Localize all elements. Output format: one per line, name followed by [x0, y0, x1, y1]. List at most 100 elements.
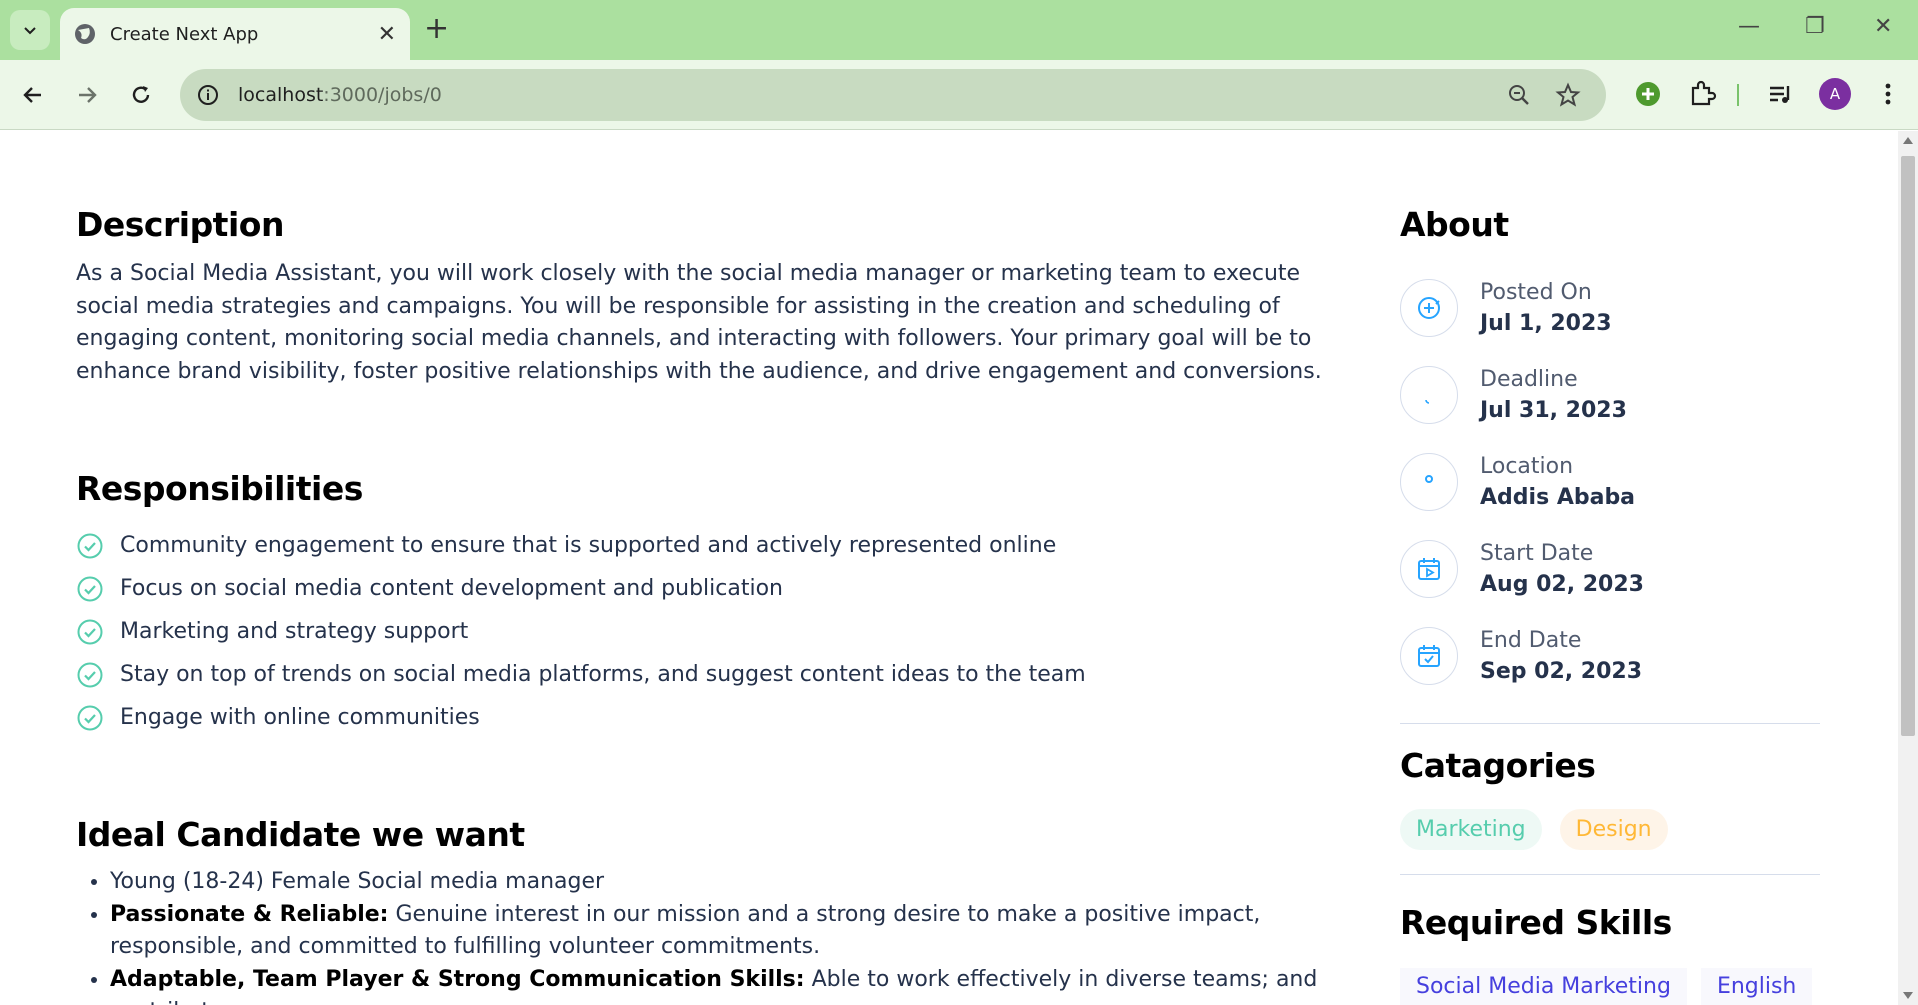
responsibility-item: Engage with online communities	[76, 696, 1326, 739]
about-value: Aug 02, 2023	[1480, 571, 1644, 597]
job-details-main: Description As a Social Media Assistant,…	[76, 205, 1326, 1005]
address-bar[interactable]: localhost:3000/jobs/0	[180, 69, 1606, 121]
about-text: Start Date Aug 02, 2023	[1480, 541, 1644, 597]
responsibilities-heading: Responsibilities	[76, 469, 363, 508]
scroll-up-arrow-icon[interactable]	[1903, 137, 1913, 144]
required-skills-heading: Required Skills	[1400, 903, 1672, 942]
about-label: Start Date	[1480, 540, 1594, 566]
close-window-icon[interactable]: ✕	[1874, 14, 1892, 39]
forward-button[interactable]	[72, 80, 102, 110]
responsibility-item: Stay on top of trends on social media pl…	[76, 653, 1326, 696]
close-tab-icon[interactable]: ✕	[378, 22, 396, 47]
description-text: As a Social Media Assistant, you will wo…	[76, 261, 1322, 384]
reload-icon	[132, 86, 150, 103]
responsibility-text: Stay on top of trends on social media pl…	[120, 662, 1086, 687]
browser-tab[interactable]: Create Next App ✕	[60, 8, 410, 60]
extension-plus-icon[interactable]	[1632, 78, 1664, 110]
about-value: Addis Ababa	[1480, 484, 1636, 510]
check-circle-icon	[77, 662, 103, 687]
skill-tag: Social Media Marketing	[1400, 968, 1687, 1005]
about-text: End Date Sep 02, 2023	[1480, 628, 1642, 684]
restore-icon[interactable]: ❐	[1805, 14, 1825, 39]
about-value: Jul 31, 2023	[1480, 397, 1627, 423]
kebab-menu-icon[interactable]	[1872, 78, 1904, 110]
responsibilities-list: Community engagement to ensure that is s…	[76, 524, 1326, 739]
arrow-right-icon	[79, 87, 97, 103]
description-section: Description As a Social Media Assistant,…	[76, 205, 1326, 388]
ideal-candidate-item: Young (18-24) Female Social media manage…	[110, 866, 1326, 899]
back-button[interactable]	[18, 80, 48, 110]
check-circle-icon	[77, 533, 103, 558]
ideal-candidate-text: Young (18-24) Female Social media manage…	[110, 869, 605, 894]
page-viewport: Description As a Social Media Assistant,…	[0, 131, 1898, 1005]
location-pin-icon	[1400, 452, 1458, 511]
ideal-candidate-item: Passionate & Reliable: Genuine interest …	[110, 899, 1326, 964]
scroll-down-arrow-icon[interactable]	[1903, 992, 1913, 999]
about-label: Posted On	[1480, 279, 1592, 305]
description-heading: Description	[76, 205, 284, 244]
calendar-play-icon	[1400, 539, 1458, 598]
about-item: Location Addis Ababa	[1400, 438, 1820, 525]
scrollbar-thumb[interactable]	[1901, 156, 1915, 736]
site-info-icon[interactable]	[196, 83, 220, 107]
about-list: Posted On Jul 1, 2023 Deadline Jul 31, 2023…	[1400, 264, 1820, 699]
check-circle-icon	[77, 619, 103, 644]
about-heading: About	[1400, 205, 1509, 244]
bookmark-star-icon[interactable]	[1555, 82, 1581, 108]
responsibility-item: Focus on social media content developmen…	[76, 567, 1326, 610]
browser-tab-bar: Create Next App ✕ + — ❐ ✕	[0, 0, 1918, 60]
responsibility-text: Community engagement to ensure that is s…	[120, 533, 1057, 558]
ideal-candidate-trait: Adaptable, Team Player & Strong Communic…	[110, 966, 805, 992]
job-sidebar: About Posted On Jul 1, 2023 Deadline Jul 31…	[1400, 205, 1820, 1005]
about-item: End Date Sep 02, 2023	[1400, 612, 1820, 699]
about-label: Location	[1480, 453, 1574, 479]
extensions-puzzle-icon[interactable]	[1686, 78, 1718, 110]
ideal-candidate-list: Young (18-24) Female Social media manage…	[76, 866, 1326, 1005]
media-queue-icon[interactable]	[1764, 78, 1796, 110]
browser-toolbar: localhost:3000/jobs/0 A	[0, 60, 1918, 130]
arrow-left-icon	[23, 87, 41, 103]
required-skills-tags: Social Media Marketing English	[1400, 968, 1820, 1005]
page-scrollbar[interactable]	[1898, 131, 1918, 1005]
plus-circle-icon	[1400, 278, 1458, 337]
chevron-down-icon	[24, 27, 36, 35]
about-item: Posted On Jul 1, 2023	[1400, 264, 1820, 351]
toolbar-separator	[1737, 84, 1739, 106]
skill-tag: English	[1700, 968, 1813, 1005]
about-label: Deadline	[1480, 366, 1578, 392]
minimize-icon[interactable]: —	[1738, 14, 1760, 39]
check-circle-icon	[77, 576, 103, 601]
about-value: Jul 1, 2023	[1480, 310, 1612, 336]
ideal-candidate-item: Adaptable, Team Player & Strong Communic…	[110, 964, 1326, 1005]
category-tag: Marketing	[1400, 809, 1542, 850]
url-text[interactable]: localhost:3000/jobs/0	[238, 84, 442, 106]
about-item: Start Date Aug 02, 2023	[1400, 525, 1820, 612]
ideal-candidate-section: Ideal Candidate we want Young (18-24) Fe…	[76, 815, 1326, 1005]
reload-button[interactable]	[126, 80, 156, 110]
tab-search-button[interactable]	[10, 10, 50, 50]
responsibility-text: Focus on social media content developmen…	[120, 576, 783, 601]
about-label: End Date	[1480, 627, 1582, 653]
responsibility-item: Community engagement to ensure that is s…	[76, 524, 1326, 567]
check-circle-icon	[77, 705, 103, 730]
about-value: Sep 02, 2023	[1480, 658, 1643, 684]
category-tag: Design	[1559, 809, 1668, 850]
about-text: Location Addis Ababa	[1480, 454, 1635, 510]
tab-title: Create Next App	[110, 23, 259, 45]
ideal-candidate-heading: Ideal Candidate we want	[76, 815, 525, 854]
responsibility-text: Engage with online communities	[120, 705, 480, 730]
ideal-candidate-trait: Passionate & Reliable:	[110, 901, 389, 927]
new-tab-button[interactable]: +	[424, 14, 449, 44]
about-text: Deadline Jul 31, 2023	[1480, 367, 1627, 423]
responsibility-text: Marketing and strategy support	[120, 619, 469, 644]
fire-icon	[1400, 365, 1458, 424]
categories-heading: Catagories	[1400, 746, 1596, 785]
about-text: Posted On Jul 1, 2023	[1480, 280, 1612, 336]
about-item: Deadline Jul 31, 2023	[1400, 351, 1820, 438]
categories-tags: Marketing Design	[1400, 809, 1820, 850]
globe-icon	[75, 24, 95, 44]
profile-avatar[interactable]: A	[1819, 78, 1851, 110]
calendar-check-icon	[1400, 626, 1458, 685]
zoom-icon[interactable]	[1506, 82, 1532, 108]
divider	[1400, 723, 1820, 724]
